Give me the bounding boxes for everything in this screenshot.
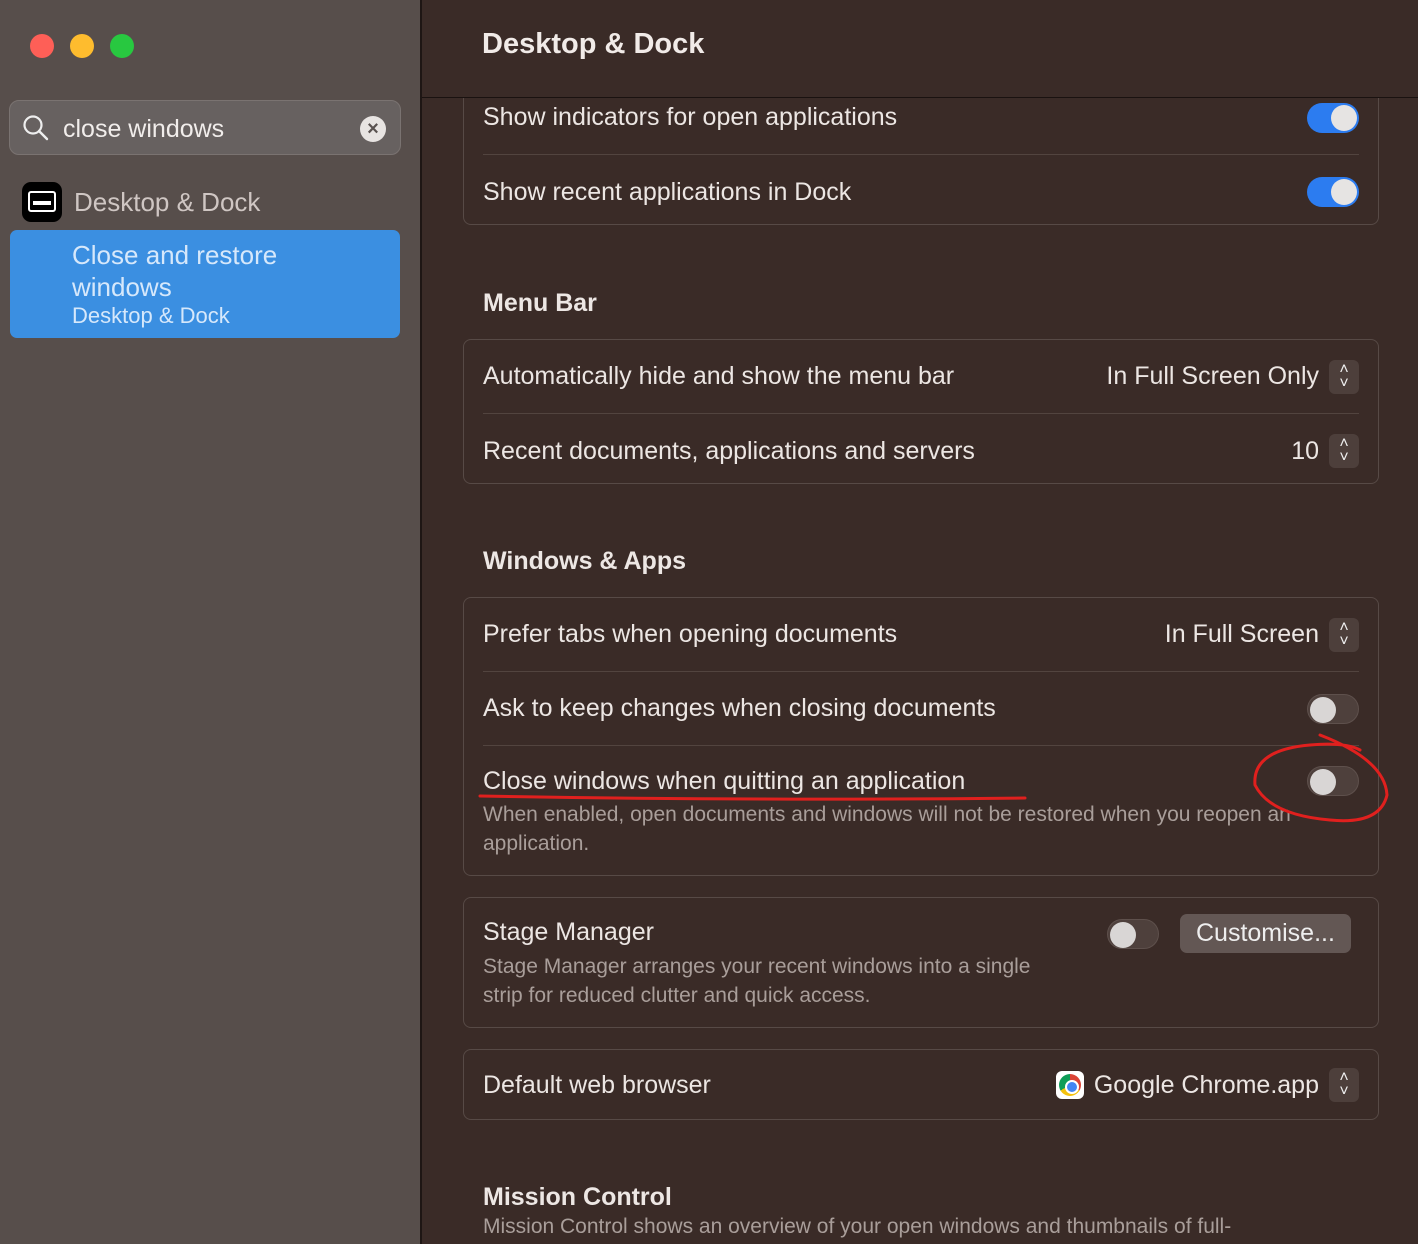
header: Desktop & Dock <box>422 0 1418 98</box>
section-heading: Menu Bar <box>483 289 597 317</box>
result-subtitle: Desktop & Dock <box>72 303 230 328</box>
close-window-button[interactable] <box>30 34 54 58</box>
result-title: Close and restore windows <box>72 240 278 302</box>
setting-label: Automatically hide and show the menu bar <box>483 362 955 390</box>
popup-value: 10 <box>1291 436 1319 465</box>
setting-label: Show indicators for open applications <box>483 103 898 131</box>
show-recent-apps-toggle[interactable] <box>1307 177 1359 207</box>
sidebar: close windows × Desktop & Dock Close and… <box>0 0 420 1244</box>
setting-label: Default web browser <box>483 1070 711 1099</box>
popup-value: In Full Screen <box>1164 620 1319 648</box>
desktop-dock-icon <box>22 182 62 222</box>
close-windows-toggle[interactable] <box>1307 766 1359 796</box>
chevron-updown-icon: ˄ ˅ <box>1329 434 1359 468</box>
prefer-tabs-popup[interactable]: In Full Screen ˄ ˅ <box>1164 617 1359 652</box>
zoom-window-button[interactable] <box>110 34 134 58</box>
setting-row: Automatically hide and show the menu bar… <box>483 340 1359 414</box>
setting-description: When enabled, open documents and windows… <box>483 803 1291 855</box>
setting-label: Close windows when quitting an applicati… <box>483 766 966 795</box>
chrome-icon <box>1055 1071 1084 1099</box>
search-icon <box>23 115 49 141</box>
recent-items-popup[interactable]: 10 ˄ ˅ <box>1291 434 1359 468</box>
customise-button[interactable]: Customise... <box>1180 914 1351 953</box>
popup-value: In Full Screen Only <box>1106 362 1319 390</box>
clear-search-icon[interactable]: × <box>360 116 386 142</box>
chevron-updown-icon: ˄ ˅ <box>1329 617 1359 652</box>
setting-row: Recent documents, applications and serve… <box>483 414 1359 488</box>
section-heading: Windows & Apps <box>483 547 687 575</box>
search-input[interactable]: close windows × <box>9 100 401 155</box>
show-indicators-toggle[interactable] <box>1307 102 1359 133</box>
setting-row: Prefer tabs when opening documents In Fu… <box>483 598 1359 672</box>
browser-card: Default web browser Google Chrome.app ˄ ˅ <box>463 1049 1379 1120</box>
section-description: Mission Control shows an overview of you… <box>483 1215 1232 1238</box>
setting-description: Stage Manager arranges your recent windo… <box>483 955 1031 1007</box>
minimize-window-button[interactable] <box>70 34 94 58</box>
search-result-close-restore-windows[interactable]: Close and restore windows Desktop & Dock <box>10 230 400 338</box>
sidebar-item-label: Desktop & Dock <box>74 186 261 217</box>
ask-keep-changes-toggle[interactable] <box>1307 693 1359 724</box>
stage-manager-card: Stage Manager Stage Manager arranges you… <box>463 897 1379 1028</box>
popup-value: Google Chrome.app <box>1093 1070 1319 1099</box>
setting-label: Stage Manager <box>483 918 654 946</box>
setting-row: Show recent applications in Dock <box>483 155 1359 229</box>
page-title: Desktop & Dock <box>482 28 705 60</box>
setting-label: Prefer tabs when opening documents <box>483 620 898 648</box>
setting-row: Default web browser Google Chrome.app ˄ ˅ <box>483 1048 1359 1122</box>
setting-row: Ask to keep changes when closing documen… <box>483 672 1359 746</box>
stage-manager-toggle[interactable] <box>1107 919 1159 949</box>
setting-label: Recent documents, applications and serve… <box>483 436 975 465</box>
section-heading: Mission Control <box>483 1183 672 1211</box>
menu-bar-hide-popup[interactable]: In Full Screen Only ˄ ˅ <box>1106 359 1359 394</box>
search-value[interactable]: close windows <box>63 115 224 144</box>
default-browser-popup[interactable]: Google Chrome.app ˄ ˅ <box>1055 1068 1359 1102</box>
setting-label: Ask to keep changes when closing documen… <box>483 694 996 722</box>
sidebar-item-desktop-dock[interactable]: Desktop & Dock <box>22 182 260 222</box>
setting-label: Show recent applications in Dock <box>483 177 852 206</box>
chevron-updown-icon: ˄ ˅ <box>1329 359 1359 394</box>
chevron-updown-icon: ˄ ˅ <box>1329 1068 1359 1102</box>
menu-bar-card: Automatically hide and show the menu bar… <box>463 339 1379 484</box>
sidebar-divider <box>420 0 422 1244</box>
windows-apps-card: Prefer tabs when opening documents In Fu… <box>463 597 1379 876</box>
